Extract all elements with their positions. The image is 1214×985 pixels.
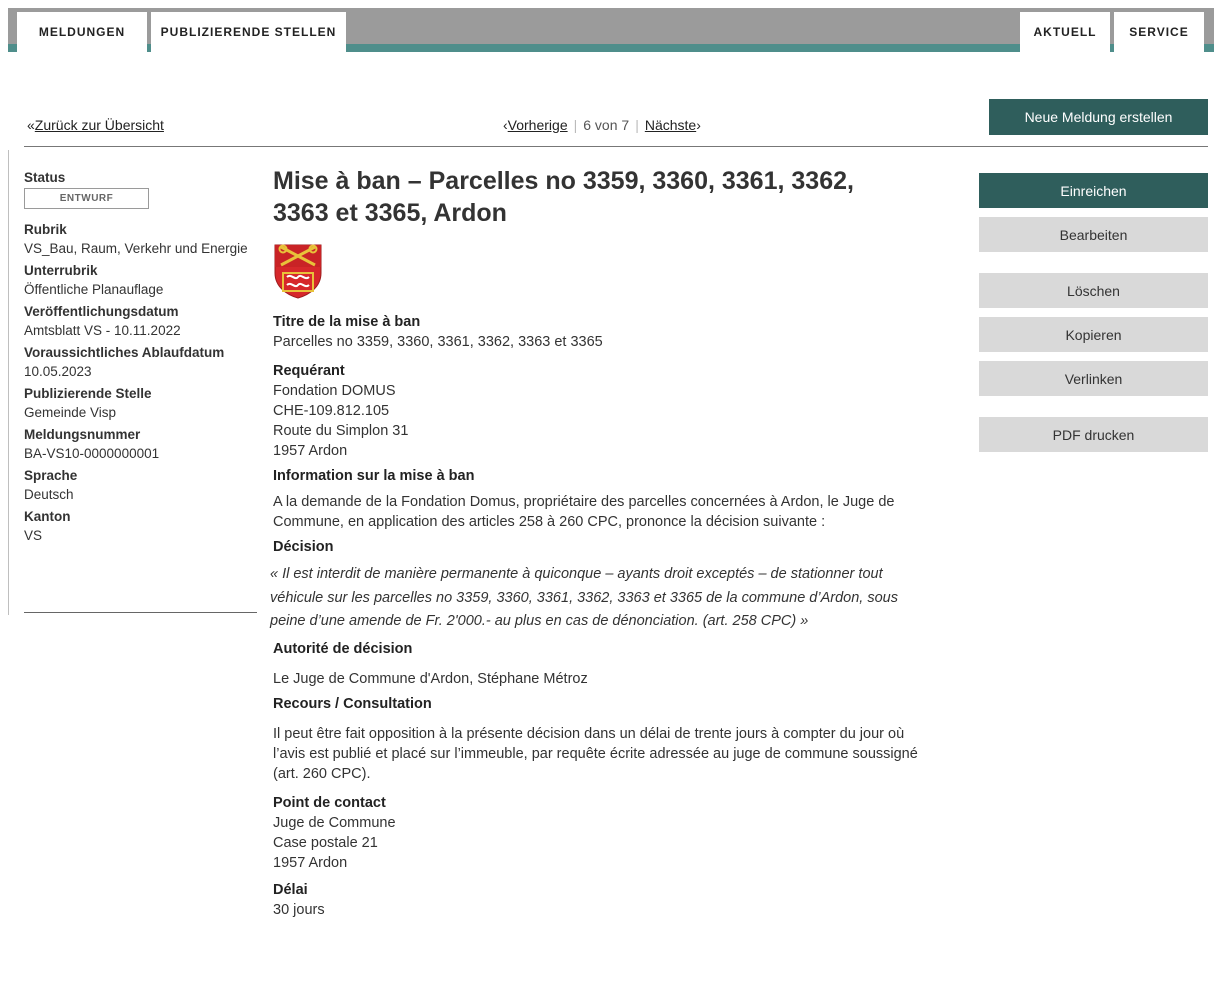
meta-value: Deutsch <box>24 487 74 502</box>
section-heading: Autorité de décision <box>273 640 413 657</box>
meta-rubrik: Rubrik VS_Bau, Raum, Verkehr und Energie <box>24 221 256 258</box>
meta-value: Amtsblatt VS - 10.11.2022 <box>24 323 181 338</box>
meta-canton: Kanton VS <box>24 508 256 545</box>
meta-label: Veröffentlichungsdatum <box>24 304 179 319</box>
meta-language: Sprache Deutsch <box>24 467 256 504</box>
information-text: A la demande de la Fondation Domus, prop… <box>273 494 895 530</box>
section-heading: Information sur la mise à ban <box>273 468 475 484</box>
pager: ‹Vorherige | 6 von 7 | Nächste› <box>503 117 701 133</box>
top-navigation: MELDUNGEN PUBLIZIERENDE STELLEN AKTUELL … <box>8 8 1214 52</box>
print-pdf-button[interactable]: PDF drucken <box>979 417 1208 452</box>
appeal-text: Il peut être fait opposition à la présen… <box>273 725 918 782</box>
address-line: Fondation DOMUS <box>273 383 396 399</box>
metadata-sidebar: Status ENTWURF Rubrik VS_Bau, Raum, Verk… <box>24 169 256 549</box>
meta-label: Rubrik <box>24 222 67 237</box>
sidebar-edge <box>8 150 9 615</box>
section-heading: Point de contact <box>273 794 386 811</box>
meta-expiry-date: Voraussichtliches Ablaufdatum 10.05.2023 <box>24 344 256 381</box>
decision-quote: « Il est interdit de manière permanente … <box>270 566 898 629</box>
section-heading: Requérant <box>273 363 345 379</box>
meta-label: Kanton <box>24 509 71 524</box>
section-requerant: Requérant Fondation DOMUS CHE-109.812.10… <box>273 362 930 461</box>
ardon-coat-of-arms-icon <box>273 243 323 299</box>
pager-position: 6 von 7 <box>583 117 630 133</box>
next-label: Nächste <box>644 117 697 133</box>
meta-value: VS_Bau, Raum, Verkehr und Energie <box>24 241 248 256</box>
section-delai: Délai 30 jours <box>273 881 930 920</box>
tab-aktuell[interactable]: AKTUELL <box>1020 12 1110 52</box>
new-notice-button[interactable]: Neue Meldung erstellen <box>989 99 1208 135</box>
chevron-right-icon: › <box>696 117 701 133</box>
meta-label: Sprache <box>24 468 78 483</box>
edit-button[interactable]: Bearbeiten <box>979 217 1208 252</box>
address-line: Juge de Commune <box>273 814 396 831</box>
tab-publizierende-stellen[interactable]: PUBLIZIERENDE STELLEN <box>151 12 346 52</box>
section-titre: Titre de la mise à ban Parcelles no 3359… <box>273 313 930 352</box>
back-to-overview-link[interactable]: «Zurück zur Übersicht <box>27 117 164 133</box>
address-line: 1957 Ardon <box>273 443 348 459</box>
header-divider <box>24 146 1208 147</box>
meta-unterrubrik: Unterrubrik Öffentliche Planauflage <box>24 262 256 299</box>
meta-notice-number: Meldungsnummer BA-VS10-0000000001 <box>24 426 256 463</box>
back-link-label: Zurück zur Übersicht <box>34 117 164 133</box>
meta-value: Gemeinde Visp <box>24 405 117 420</box>
meta-value: BA-VS10-0000000001 <box>24 446 160 461</box>
section-text: Parcelles no 3359, 3360, 3361, 3362, 336… <box>273 334 603 350</box>
meta-label: Voraussichtliches Ablaufdatum <box>24 345 225 360</box>
prev-link[interactable]: ‹Vorherige <box>503 117 568 133</box>
prev-label: Vorherige <box>507 117 568 133</box>
tab-meldungen[interactable]: MELDUNGEN <box>17 12 147 52</box>
meta-label: Unterrubrik <box>24 263 98 278</box>
next-link[interactable]: Nächste› <box>645 117 701 133</box>
status-badge: ENTWURF <box>24 188 149 209</box>
meta-label: Publizierende Stelle <box>24 386 152 401</box>
meta-publication-date: Veröffentlichungsdatum Amtsblatt VS - 10… <box>24 303 256 340</box>
pager-divider: | <box>573 117 578 133</box>
meta-status: Status ENTWURF <box>24 169 256 209</box>
meta-label: Meldungsnummer <box>24 427 141 442</box>
meta-label: Status <box>24 170 66 185</box>
page-title: Mise à ban – Parcelles no 3359, 3360, 33… <box>273 167 854 227</box>
section-heading: Délai <box>273 881 308 898</box>
back-arrow-icon: « <box>27 117 35 133</box>
tab-service[interactable]: SERVICE <box>1114 12 1204 52</box>
notice-content: Mise à ban – Parcelles no 3359, 3360, 33… <box>270 165 930 924</box>
section-heading: Décision <box>273 539 334 555</box>
meta-value: 10.05.2023 <box>24 364 92 379</box>
submit-button[interactable]: Einreichen <box>979 173 1208 208</box>
action-panel: Einreichen Bearbeiten Löschen Kopieren V… <box>979 173 1208 461</box>
link-button[interactable]: Verlinken <box>979 361 1208 396</box>
authority-text: Le Juge de Commune d'Ardon, Stéphane Mét… <box>273 670 588 687</box>
meta-value: Öffentliche Planauflage <box>24 282 164 297</box>
sidebar-divider <box>24 612 257 613</box>
meta-publisher: Publizierende Stelle Gemeinde Visp <box>24 385 256 422</box>
meta-value: VS <box>24 528 43 543</box>
pager-divider: | <box>635 117 639 133</box>
delete-button[interactable]: Löschen <box>979 273 1208 308</box>
section-text: 30 jours <box>273 901 325 918</box>
address-line: Route du Simplon 31 <box>273 423 409 439</box>
address-line: Case postale 21 <box>273 834 378 851</box>
address-line: 1957 Ardon <box>273 854 348 871</box>
copy-button[interactable]: Kopieren <box>979 317 1208 352</box>
section-heading: Titre de la mise à ban <box>273 314 421 330</box>
section-contact: Point de contact Juge de Commune Case po… <box>273 794 930 873</box>
address-line: CHE-109.812.105 <box>273 403 390 419</box>
section-heading: Recours / Consultation <box>273 695 432 712</box>
